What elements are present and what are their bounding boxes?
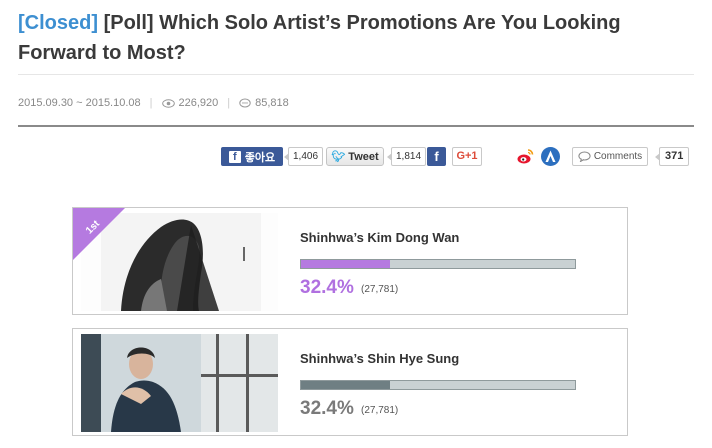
artist-name: Shinhwa’s Shin Hye Sung xyxy=(300,351,460,366)
poll-option-2[interactable]: Shinhwa’s Shin Hye Sung 32.4% (27,781) xyxy=(72,328,628,436)
facebook-like-count: 1,406 xyxy=(283,147,324,166)
poll-option-1[interactable]: 1st Shinhwa’s Kim Dong Wan 32.4% (27,781… xyxy=(72,207,628,315)
twitter-bird-icon: 🐦︎ xyxy=(331,151,346,163)
tweet-button[interactable]: 🐦︎ Tweet xyxy=(326,147,384,166)
view-count: 226,920 xyxy=(178,97,219,109)
vote-count: (27,781) xyxy=(361,284,399,295)
tweet-label: Tweet xyxy=(348,150,379,163)
tweet-count: 1,814 xyxy=(386,147,427,166)
artist-name: Shinhwa’s Kim Dong Wan xyxy=(300,230,460,245)
artist-photo xyxy=(81,334,278,432)
facebook-icon: f xyxy=(228,150,241,163)
vote-progress-fill xyxy=(301,260,390,268)
comments-label: Comments xyxy=(593,151,643,162)
comment-bubble-icon xyxy=(578,151,591,162)
weibo-button[interactable] xyxy=(516,147,535,166)
share-a-button[interactable] xyxy=(541,147,560,166)
closed-status: [Closed] xyxy=(18,12,98,34)
eye-icon xyxy=(161,98,175,108)
separator: | xyxy=(227,97,231,109)
facebook-like-label: 좋아요 xyxy=(244,151,276,164)
comment-bubble-icon xyxy=(239,98,251,107)
comments-count: 371 xyxy=(654,147,690,166)
comments-button[interactable]: Comments xyxy=(572,147,648,166)
comment-count: 85,818 xyxy=(255,97,289,109)
google-plus-button[interactable]: G+1 xyxy=(452,147,482,166)
facebook-like-button[interactable]: f 좋아요 xyxy=(221,147,283,166)
facebook-share-button[interactable]: f xyxy=(427,147,446,166)
weibo-icon xyxy=(517,149,534,164)
vote-progress-fill xyxy=(301,381,390,389)
divider xyxy=(18,125,694,127)
vote-progress-bar xyxy=(300,380,576,390)
divider xyxy=(18,74,694,75)
vote-progress-bar xyxy=(300,259,576,269)
vote-percent: 32.4% xyxy=(300,277,354,298)
share-a-icon xyxy=(541,147,560,166)
separator: | xyxy=(149,97,153,109)
poll-title: [Closed] [Poll] Which Solo Artist’s Prom… xyxy=(18,8,678,68)
rank-ribbon: 1st xyxy=(73,208,125,260)
poll-dates: 2015.09.30 ~ 2015.10.08 xyxy=(18,97,141,109)
vote-percent: 32.4% xyxy=(300,398,354,419)
poll-title-text: [Poll] Which Solo Artist’s Promotions Ar… xyxy=(18,12,621,64)
poll-meta: 2015.09.30 ~ 2015.10.08 | 226,920 | 85,8… xyxy=(18,97,289,109)
vote-count: (27,781) xyxy=(361,405,399,416)
